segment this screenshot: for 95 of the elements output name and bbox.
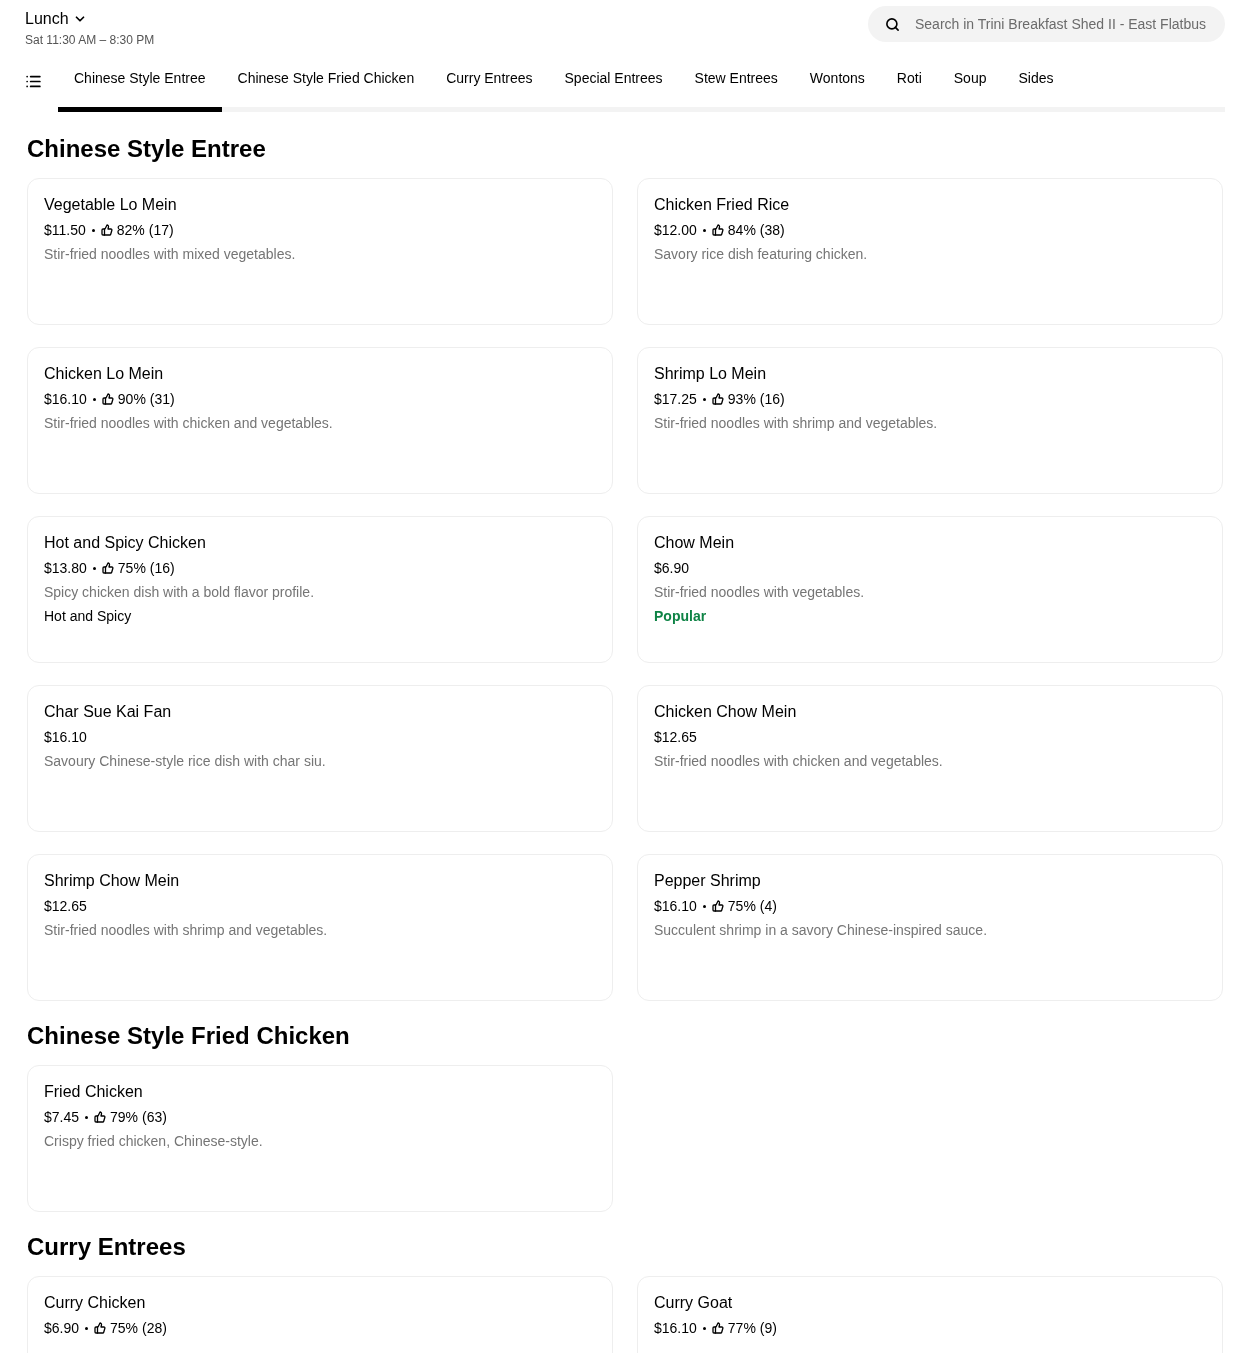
item-description: Crispy fried chicken, Chinese-style. [44, 1132, 263, 1151]
thumbs-up-icon [94, 1322, 107, 1334]
item-price: $16.10 [654, 1319, 697, 1338]
item-tag: Popular [654, 606, 707, 626]
item-description: Stir-fried noodles with shrimp and vegetables. [654, 414, 938, 433]
item-description: Stir-fried noodles with chicken and vegetables. [654, 752, 943, 771]
thumbs-up-icon [101, 393, 114, 405]
section-heading: Chinese Style Fried Chicken [27, 1021, 351, 1051]
item-price: $13.80 [44, 559, 87, 578]
thumbs-up-icon [711, 900, 724, 912]
category-tab[interactable]: Curry Entrees [430, 63, 549, 112]
rating-count: (17) [148, 221, 174, 240]
menu-item-card[interactable]: Vegetable Lo Mein $11.50 82% (17) Stir-fried noodles with mixed vegetables. [27, 178, 613, 325]
item-rating: 75% [727, 897, 756, 916]
category-tab[interactable]: Sides [1002, 63, 1070, 112]
rating-count: (31) [149, 390, 175, 409]
category-tab[interactable]: Soup [937, 63, 1003, 112]
item-name: Fried Chicken [44, 1082, 143, 1102]
item-name: Chicken Fried Rice [654, 195, 790, 215]
thumbs-up-icon [711, 393, 724, 405]
rating-count: (38) [759, 221, 785, 240]
item-description: Savoury Chinese-style rice dish with char siu. [44, 752, 326, 771]
item-price: $16.10 [44, 728, 87, 747]
item-name: Curry Goat [654, 1293, 733, 1313]
menu-item-card[interactable]: Shrimp Lo Mein $17.25 93% (16) Stir-fried noodles with shrimp and vegetables. [637, 347, 1223, 494]
rating-count: (63) [142, 1108, 167, 1127]
category-tab[interactable]: Stew Entrees [678, 63, 794, 112]
item-name: Chicken Chow Mein [654, 702, 797, 722]
thumbs-up-icon [711, 1322, 724, 1334]
item-price: $16.10 [654, 897, 697, 916]
item-price: $11.50 [44, 221, 86, 240]
menu-title[interactable]: Lunch [25, 8, 69, 30]
menu-item-card[interactable]: Curry Chicken $6.90 75% (28) [27, 1276, 613, 1353]
rating-count: (4) [759, 897, 777, 916]
item-rating: 75% [110, 1319, 139, 1338]
item-name: Chow Mein [654, 533, 735, 553]
item-rating: 82% [116, 221, 145, 240]
menu-item-card[interactable]: Fried Chicken $7.45 79% (63) Crispy fried chicken, Chinese-style. [27, 1065, 613, 1212]
item-rating: 93% [727, 390, 756, 409]
menu-item-card[interactable]: Chicken Lo Mein $16.10 90% (31) Stir-fried noodles with chicken and vegetables. [27, 347, 613, 494]
menu-item-card[interactable]: Shrimp Chow Mein $12.65 Stir-fried noodles with shrimp and vegetables. [27, 854, 613, 1001]
item-description: Spicy chicken dish with a bold flavor profile. [44, 583, 315, 602]
search-icon [885, 17, 900, 32]
item-name: Char Sue Kai Fan [44, 702, 172, 722]
item-price: $7.45 [44, 1108, 80, 1127]
rating-count: (9) [759, 1319, 777, 1338]
menu-item-card[interactable]: Chow Mein $6.90 Stir-fried noodles with vegetables. Popular [637, 516, 1223, 663]
menu-item-card[interactable]: Chicken Fried Rice $12.00 84% (38) Savory rice dish featuring chicken. [637, 178, 1223, 325]
section-heading: Chinese Style Entree [27, 134, 267, 164]
item-price: $6.90 [654, 559, 690, 578]
category-tab[interactable]: Wontons [793, 63, 881, 112]
category-tab[interactable]: Chinese Style Fried Chicken [221, 63, 431, 112]
menu-item-card[interactable]: Pepper Shrimp $16.10 75% (4) Succulent shrimp in a savory Chinese-inspired sauce. [637, 854, 1223, 1001]
item-name: Hot and Spicy Chicken [44, 533, 206, 553]
item-description: Succulent shrimp in a savory Chinese-inspired sauce. [654, 921, 988, 940]
menu-item-card[interactable]: Hot and Spicy Chicken $13.80 75% (16) Spicy chicken dish with a bold flavor profile. Hot and Spicy [27, 516, 613, 663]
item-rating: 75% [117, 559, 146, 578]
item-description: Stir-fried noodles with mixed vegetables. [44, 245, 296, 264]
item-name: Chicken Lo Mein [44, 364, 164, 384]
item-name: Curry Chicken [44, 1293, 146, 1313]
category-tab[interactable]: Roti [880, 63, 938, 112]
item-description: Stir-fried noodles with vegetables. [654, 583, 865, 602]
item-description: Stir-fried noodles with shrimp and vegetables. [44, 921, 328, 940]
item-rating: 77% [727, 1319, 756, 1338]
item-price: $12.65 [654, 728, 697, 747]
rating-count: (28) [142, 1319, 167, 1338]
item-description: Savory rice dish featuring chicken. [654, 245, 868, 264]
item-tag: Hot and Spicy [44, 606, 132, 626]
item-name: Shrimp Chow Mein [44, 871, 180, 891]
item-price: $12.65 [44, 897, 87, 916]
item-rating: 84% [727, 221, 756, 240]
section-heading: Curry Entrees [27, 1232, 187, 1262]
thumbs-up-icon [100, 224, 113, 236]
item-description: Stir-fried noodles with chicken and vegetables. [44, 414, 333, 433]
rating-count: (16) [149, 559, 175, 578]
item-price: $16.10 [44, 390, 87, 409]
menu-item-card[interactable]: Curry Goat $16.10 77% (9) [637, 1276, 1223, 1353]
rating-count: (16) [759, 390, 785, 409]
thumbs-up-icon [711, 224, 724, 236]
thumbs-up-icon [94, 1111, 107, 1123]
menu-item-card[interactable]: Char Sue Kai Fan $16.10 Savoury Chinese-style rice dish with char siu. [27, 685, 613, 832]
menu-hours: Sat 11:30 AM – 8:30 PM [25, 32, 155, 49]
search-field[interactable]: Search in Trini Breakfast Shed II - East Flatbus [868, 6, 1225, 42]
item-name: Pepper Shrimp [654, 871, 761, 891]
item-price: $12.00 [654, 221, 697, 240]
category-tab[interactable]: Chinese Style Entree [58, 63, 222, 112]
item-price: $17.25 [654, 390, 697, 409]
menu-item-card[interactable]: Chicken Chow Mein $12.65 Stir-fried noodles with chicken and vegetables. [637, 685, 1223, 832]
item-rating: 90% [117, 390, 146, 409]
item-name: Shrimp Lo Mein [654, 364, 767, 384]
thumbs-up-icon [101, 562, 114, 574]
item-price: $6.90 [44, 1319, 80, 1338]
category-tab[interactable]: Special Entrees [548, 63, 679, 112]
item-name: Vegetable Lo Mein [44, 195, 177, 215]
item-rating: 79% [110, 1108, 139, 1127]
